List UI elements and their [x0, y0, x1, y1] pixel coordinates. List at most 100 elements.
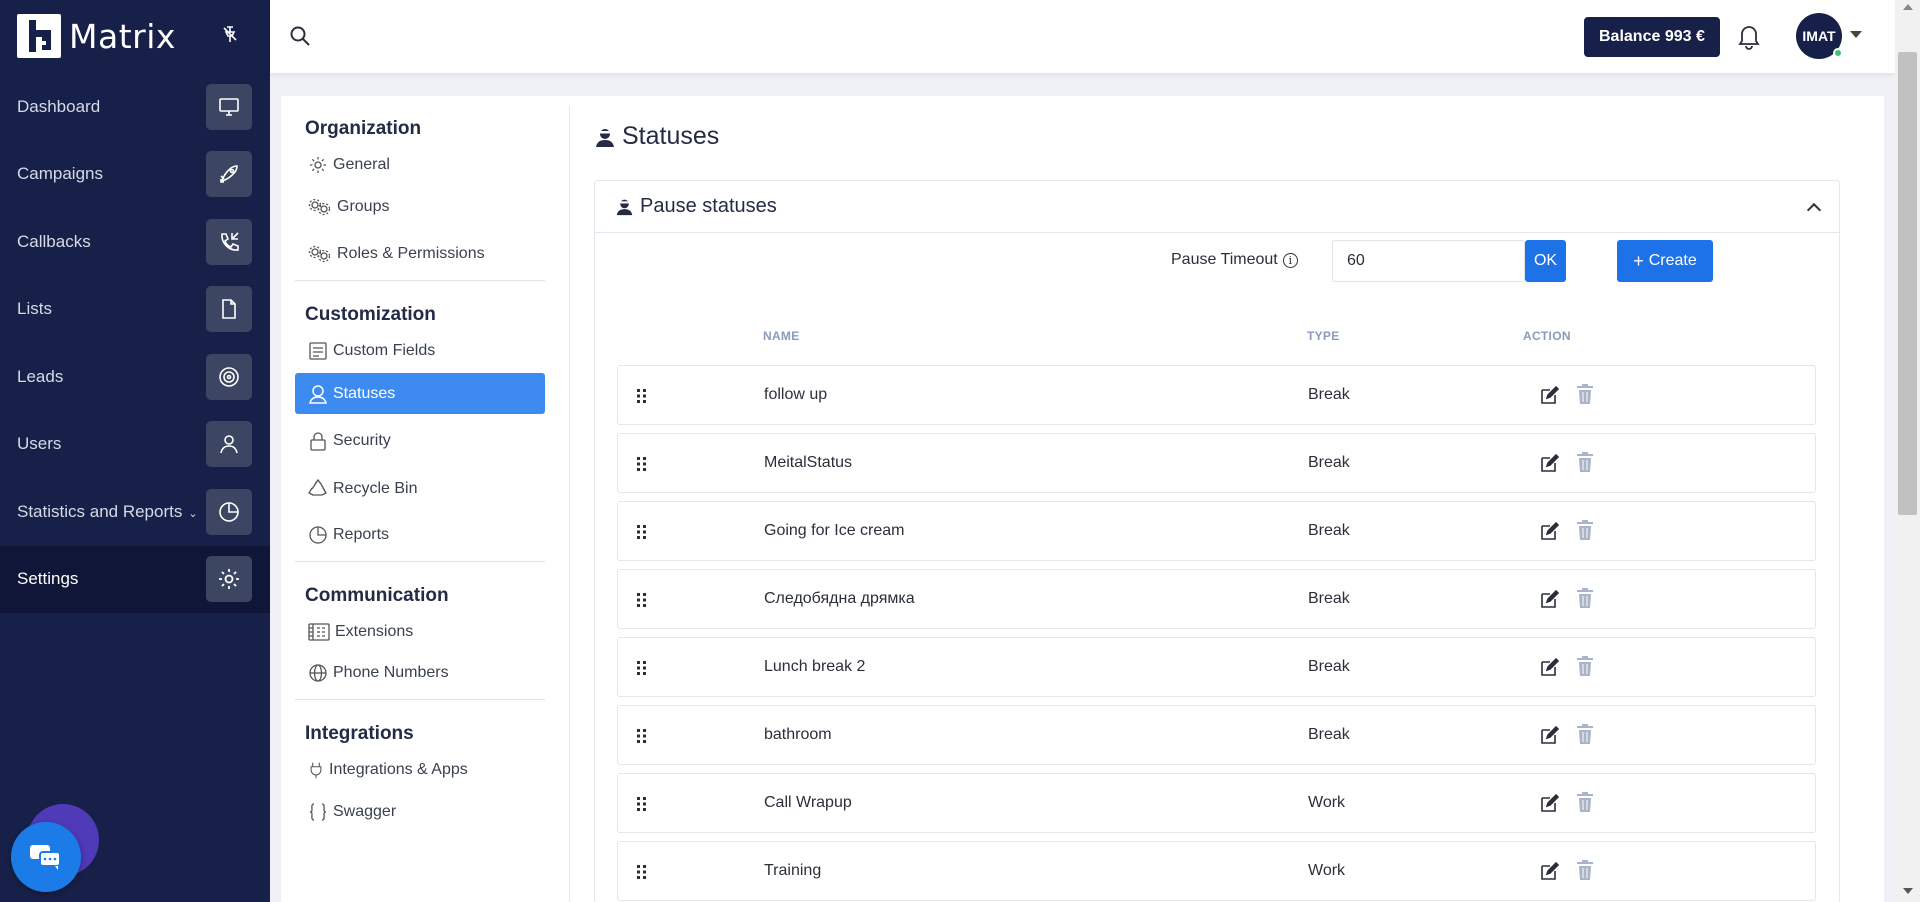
menu-item-label: Swagger — [333, 803, 397, 820]
create-button[interactable]: + Create — [1617, 240, 1713, 282]
divider — [295, 561, 545, 562]
menu-item-groups[interactable]: Groups — [295, 183, 545, 231]
balance-badge[interactable]: Balance 993 € — [1584, 17, 1720, 57]
drag-handle-icon[interactable] — [636, 388, 648, 404]
edit-icon[interactable] — [1539, 453, 1560, 474]
drag-handle-icon[interactable] — [636, 456, 648, 472]
search-icon[interactable] — [288, 24, 312, 48]
nav-item-campaigns[interactable]: Campaigns — [0, 141, 270, 209]
table-row[interactable]: Going for Ice cream Break — [617, 501, 1816, 561]
form-icon — [309, 341, 327, 360]
nav-label: Leads — [17, 366, 64, 386]
nav-item-lists[interactable]: Lists — [0, 276, 270, 344]
menu-item-recycle-bin[interactable]: Recycle Bin — [295, 465, 545, 513]
drag-handle-icon[interactable] — [636, 728, 648, 744]
scrollbar[interactable] — [1895, 0, 1920, 902]
table-row[interactable]: bathroom Break — [617, 705, 1816, 765]
edit-icon[interactable] — [1539, 657, 1560, 678]
status-type: Work — [1308, 862, 1346, 879]
status-type: Break — [1308, 590, 1350, 607]
braces-icon — [309, 803, 327, 821]
trash-icon[interactable] — [1576, 860, 1594, 881]
trash-icon[interactable] — [1576, 656, 1594, 677]
edit-icon[interactable] — [1539, 725, 1560, 746]
trash-icon[interactable] — [1576, 452, 1594, 473]
trash-icon[interactable] — [1576, 792, 1594, 813]
drag-handle-icon[interactable] — [636, 796, 648, 812]
logo-text: Matrix — [69, 16, 176, 56]
nav-item-settings[interactable]: Settings — [0, 545, 270, 613]
chat-icon — [30, 845, 61, 870]
nav-item-users[interactable]: Users — [0, 411, 270, 479]
edit-icon[interactable] — [1539, 589, 1560, 610]
user-status-icon — [616, 199, 633, 216]
ok-button[interactable]: OK — [1525, 240, 1566, 282]
nav-label: Callbacks — [17, 231, 91, 251]
trash-icon[interactable] — [1576, 724, 1594, 745]
pin-icon[interactable] — [220, 24, 240, 44]
nav-label: Dashboard — [17, 96, 101, 116]
gear-icon — [206, 556, 252, 603]
menu-item-label: Custom Fields — [333, 341, 436, 359]
edit-icon[interactable] — [1539, 861, 1560, 882]
table-row[interactable]: Call Wrapup Work — [617, 773, 1816, 833]
table-row[interactable]: follow up Break — [617, 365, 1816, 425]
trash-icon[interactable] — [1576, 520, 1594, 541]
nav-item-leads[interactable]: Leads — [0, 343, 270, 411]
pause-timeout-input[interactable] — [1332, 240, 1525, 282]
column-header-type: TYPE — [1307, 329, 1340, 343]
chevron-down-icon[interactable] — [1850, 31, 1862, 38]
drag-handle-icon[interactable] — [636, 660, 648, 676]
divider — [295, 280, 545, 281]
status-type: Break — [1308, 522, 1350, 539]
edit-icon[interactable] — [1539, 793, 1560, 814]
pie-chart-icon — [309, 526, 327, 544]
menu-item-swagger[interactable]: Swagger — [295, 788, 545, 836]
section-title-organization: Organization — [305, 118, 422, 139]
nav-item-statistics[interactable]: Statistics and Reports ⌄ — [0, 478, 270, 546]
chevron-down-icon: ⌄ — [188, 507, 198, 520]
table-row[interactable]: MeitalStatus Break — [617, 433, 1816, 493]
menu-item-integrations-apps[interactable]: Integrations & Apps — [295, 751, 545, 788]
chevron-up-icon[interactable] — [1806, 202, 1822, 217]
scroll-thumb[interactable] — [1898, 52, 1917, 515]
info-icon[interactable]: i — [1282, 252, 1298, 268]
menu-item-custom-fields[interactable]: Custom Fields — [295, 332, 545, 369]
table-row[interactable]: Training Work — [617, 841, 1816, 901]
nav-label: Settings — [17, 569, 79, 589]
menu-item-statuses[interactable]: Statuses — [295, 373, 545, 414]
trash-icon[interactable] — [1576, 384, 1594, 405]
topbar: Balance 993 € IMAT — [270, 0, 1895, 73]
column-header-name: NAME — [763, 329, 800, 343]
card-header[interactable]: Pause statuses — [595, 181, 1839, 233]
drag-handle-icon[interactable] — [636, 864, 648, 880]
scroll-down-arrow[interactable] — [1903, 888, 1913, 894]
logo[interactable]: Matrix — [17, 12, 176, 60]
nav-label: Lists — [17, 299, 52, 319]
nav-item-callbacks[interactable]: Callbacks — [0, 208, 270, 276]
chat-widget-button[interactable] — [11, 822, 81, 892]
pause-timeout-label: Pause Timeout i — [1171, 251, 1298, 269]
table-row[interactable]: Следобядна дрямка Break — [617, 569, 1816, 629]
nav-label: Statistics and Reports ⌄ — [17, 501, 198, 521]
table-row[interactable]: Lunch break 2 Break — [617, 637, 1816, 697]
menu-item-security[interactable]: Security — [295, 417, 545, 465]
drag-handle-icon[interactable] — [636, 524, 648, 540]
statuses-list: follow up Break MeitalStatus Break Going for… — [617, 365, 1816, 902]
edit-icon[interactable] — [1539, 385, 1560, 406]
drag-handle-icon[interactable] — [636, 592, 648, 608]
card-title: Pause statuses — [615, 195, 777, 218]
pause-statuses-card: Pause statuses Pause Timeout i OK + Crea… — [594, 180, 1840, 902]
menu-item-roles[interactable]: Roles & Permissions — [295, 231, 545, 276]
menu-item-phone-numbers[interactable]: Phone Numbers — [295, 650, 545, 695]
menu-item-reports[interactable]: Reports — [295, 513, 545, 557]
edit-icon[interactable] — [1539, 521, 1560, 542]
bell-icon[interactable] — [1736, 22, 1762, 50]
nav-item-dashboard[interactable]: Dashboard — [0, 73, 270, 141]
menu-item-extensions[interactable]: Extensions — [295, 613, 545, 650]
user-icon — [206, 421, 252, 468]
scroll-up-arrow[interactable] — [1903, 4, 1913, 10]
trash-icon[interactable] — [1576, 588, 1594, 609]
menu-item-general[interactable]: General — [295, 146, 545, 183]
status-name: MeitalStatus — [764, 454, 853, 471]
